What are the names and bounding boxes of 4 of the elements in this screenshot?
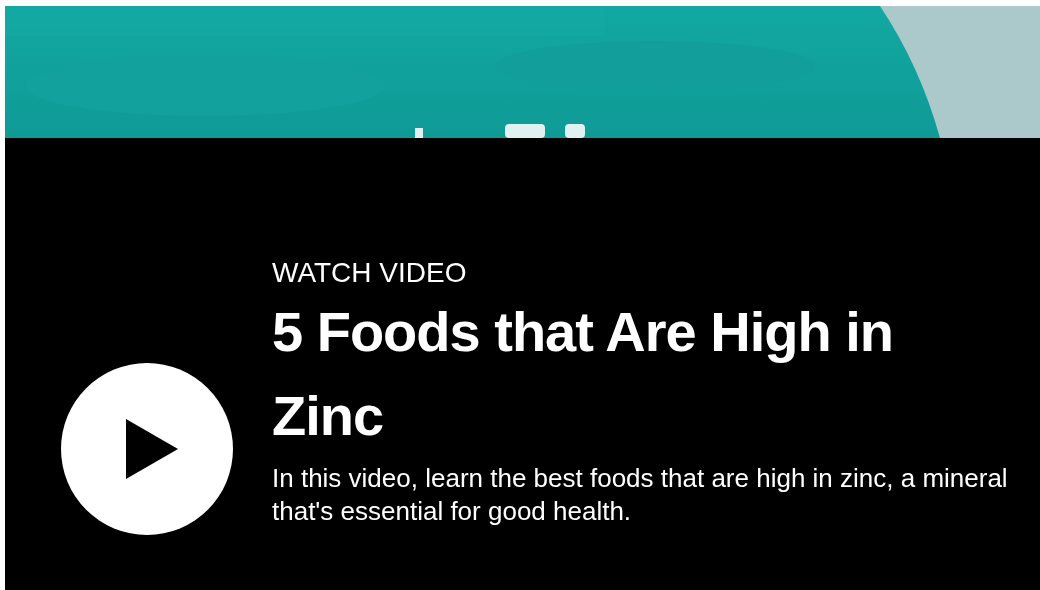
play-icon [126,419,178,479]
video-title: 5 Foods that Are High in Zinc [272,299,895,449]
section-label: WATCH VIDEO [272,256,468,290]
video-description: In this video, learn the best foods that are high in zinc, a mineral that's essential for good health. [272,462,1009,528]
